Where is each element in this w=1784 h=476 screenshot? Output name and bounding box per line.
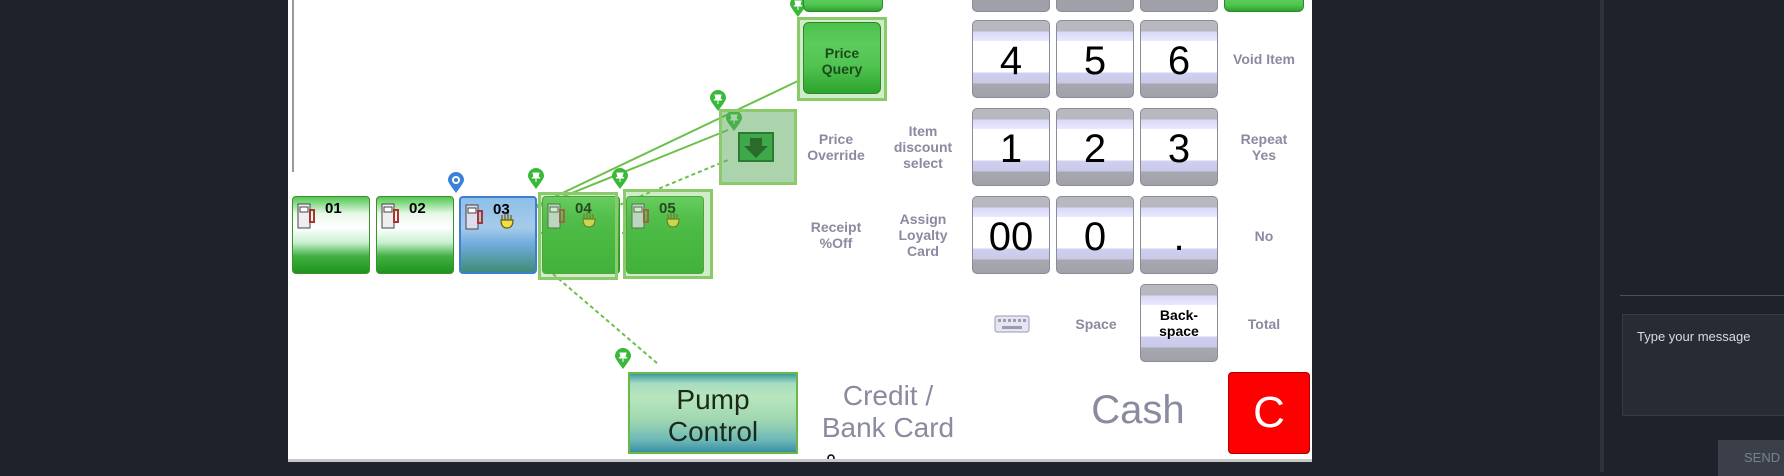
pin-icon (612, 168, 628, 189)
keypad-key[interactable] (1056, 0, 1134, 12)
key-2[interactable]: 2 (1056, 108, 1134, 186)
divider (1600, 0, 1604, 472)
pump-02[interactable]: 02 (376, 196, 454, 274)
cash-button[interactable]: Cash (1048, 386, 1228, 434)
backspace-button[interactable]: Back- space (1140, 284, 1218, 362)
pump-highlight (538, 192, 618, 280)
item-discount-button[interactable]: Item discount select (883, 123, 963, 171)
key-dot[interactable]: . (1140, 196, 1218, 274)
price-query-button[interactable]: Price Query (803, 22, 881, 94)
pump-01[interactable]: 01 (292, 196, 370, 274)
price-query-label: Price Query (821, 45, 863, 77)
chat-panel: Type your message SEND (1600, 0, 1784, 476)
key-0[interactable]: 0 (1056, 196, 1134, 274)
price-override-button[interactable]: Price Override (796, 131, 876, 163)
pump-number: 02 (409, 200, 426, 217)
message-input[interactable]: Type your message (1622, 314, 1784, 416)
fuel-pump-icon (297, 203, 315, 229)
cancel-button[interactable]: C (1228, 372, 1310, 454)
function-button[interactable] (1224, 0, 1304, 12)
space-button[interactable]: Space (1056, 316, 1136, 332)
repeat-yes-button[interactable]: Repeat Yes (1224, 131, 1304, 163)
assign-loyalty-button[interactable]: Assign Loyalty Card (883, 211, 963, 259)
key-6[interactable]: 6 (1140, 20, 1218, 98)
total-button[interactable]: Total (1224, 316, 1304, 332)
arrow-down-icon (744, 138, 768, 158)
scroll-down-button[interactable] (738, 132, 774, 162)
pump-number: 01 (325, 200, 342, 217)
divider (288, 459, 1312, 462)
credit-bank-card-button[interactable]: Credit / Bank Card (808, 380, 968, 444)
keyboard-icon[interactable] (994, 315, 1030, 333)
pin-icon (528, 168, 544, 189)
keypad-key[interactable] (972, 0, 1050, 12)
send-button[interactable]: SEND (1718, 440, 1784, 476)
fuel-pump-icon (465, 204, 483, 230)
connector-line (552, 273, 659, 365)
pump-control-button[interactable]: Pump Control (628, 372, 798, 454)
divider (1620, 295, 1784, 296)
key-1[interactable]: 1 (972, 108, 1050, 186)
function-button[interactable] (803, 0, 883, 12)
keypad-key[interactable] (1140, 0, 1218, 12)
pin-icon (615, 348, 631, 369)
target-pin-icon (448, 172, 464, 193)
key-4[interactable]: 4 (972, 20, 1050, 98)
fuel-pump-icon (381, 203, 399, 229)
pump-highlight (623, 189, 713, 279)
hand-icon (500, 213, 514, 229)
pos-screen: 01 02 03 04 05 Price Query Price Overrid (288, 0, 1312, 462)
key-3[interactable]: 3 (1140, 108, 1218, 186)
receipt-off-button[interactable]: Receipt %Off (796, 219, 876, 251)
pump-control-label: Pump Control (667, 384, 759, 447)
key-5[interactable]: 5 (1056, 20, 1134, 98)
void-item-button[interactable]: Void Item (1224, 51, 1304, 67)
key-00[interactable]: 00 (972, 196, 1050, 274)
no-button[interactable]: No (1224, 228, 1304, 244)
pump-03[interactable]: 03 (459, 196, 537, 274)
